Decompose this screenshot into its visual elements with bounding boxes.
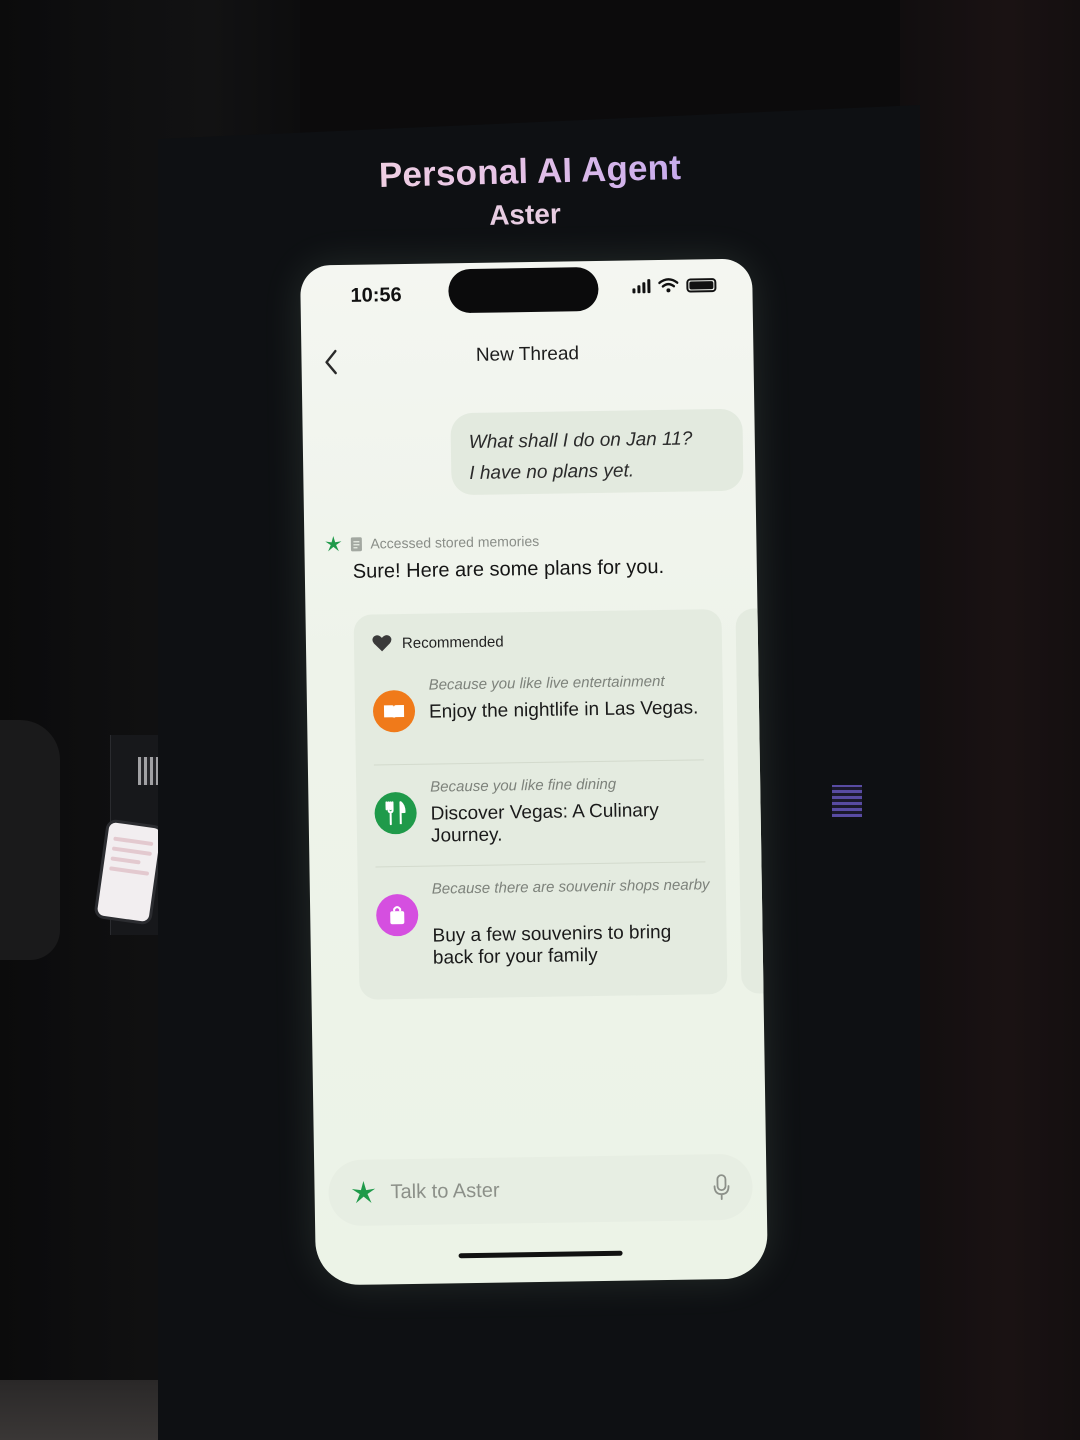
- chat-input[interactable]: [390, 1170, 691, 1210]
- recommendation-title: Buy a few souvenirs to bring back for yo…: [432, 921, 672, 969]
- user-message-bubble: What shall I do on Jan 11? I have no pla…: [450, 408, 744, 496]
- wifi-icon: [658, 278, 679, 293]
- aster-logo-icon: [325, 536, 342, 552]
- signal-icon: [632, 279, 651, 294]
- battery-icon: [686, 278, 717, 293]
- user-message-line: What shall I do on Jan 11?: [468, 428, 693, 453]
- tool-status-row: Accessed stored memories: [324, 532, 539, 553]
- shopping-bag-icon: [375, 893, 419, 937]
- recommendation-title: Enjoy the nightlife in Las Vegas.: [428, 697, 699, 723]
- chat-input-bar[interactable]: [328, 1153, 754, 1227]
- card-header: Recommended: [372, 632, 504, 652]
- recommendation-card: Recommended Because you like live entert…: [353, 609, 728, 1000]
- ticket-icon: [372, 689, 416, 733]
- background-wall-right: [900, 0, 1080, 1440]
- note-icon: [350, 536, 362, 551]
- tool-status-text: Accessed stored memories: [370, 532, 540, 552]
- recommendation-title: Discover Vegas: A Culinary Journey.: [430, 800, 659, 847]
- assistant-reply: Sure! Here are some plans for you.: [352, 555, 665, 583]
- card-header-label: Recommended: [401, 632, 504, 652]
- dynamic-island: [448, 266, 599, 314]
- status-icons: [632, 277, 717, 294]
- recommendation-reason: Because you like fine dining: [430, 775, 617, 796]
- phone-screen: 10:56 New Thread What shall I do on Jan …: [300, 258, 768, 1286]
- recommendation-reason: Because you like live entertainment: [428, 672, 665, 694]
- recommendation-reason: Because there are souvenir shops nearby: [431, 876, 710, 898]
- qr-code-icon: [832, 785, 862, 817]
- recommendation-item[interactable]: Because there are souvenir shops nearby …: [375, 875, 710, 980]
- heart-icon: [372, 635, 392, 652]
- aster-logo-icon: [351, 1181, 376, 1204]
- microphone-icon[interactable]: [712, 1174, 730, 1201]
- fork-knife-icon: [374, 791, 417, 835]
- user-message-line: I have no plans yet.: [469, 460, 635, 484]
- page-title: New Thread: [475, 343, 580, 366]
- home-indicator[interactable]: [458, 1250, 623, 1259]
- bystander-silhouette: [0, 720, 60, 960]
- status-time: 10:56: [350, 284, 402, 307]
